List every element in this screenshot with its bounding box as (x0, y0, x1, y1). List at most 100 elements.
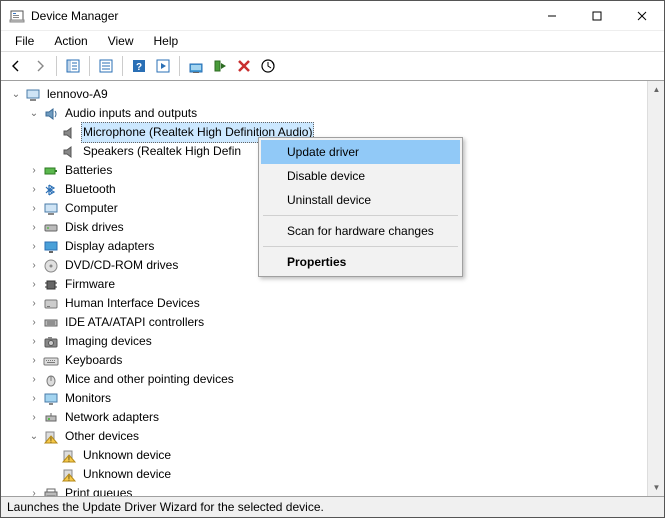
window-title: Device Manager (31, 9, 529, 23)
tree-category-ide[interactable]: › IDE ATA/ATAPI controllers (9, 313, 647, 332)
tree-label: Speakers (Realtek High Defin (81, 142, 243, 161)
app-icon (9, 8, 25, 24)
window-controls (529, 1, 664, 30)
toolbar-sep (179, 56, 180, 76)
maximize-button[interactable] (574, 1, 619, 30)
tree-label: Unknown device (81, 465, 173, 484)
properties-button[interactable] (95, 55, 117, 77)
tree-label: Disk drives (63, 218, 126, 237)
menu-action[interactable]: Action (46, 32, 95, 50)
ctx-disable-device[interactable]: Disable device (261, 164, 460, 188)
tree-category-firmware[interactable]: › Firmware (9, 275, 647, 294)
tree-category-imaging[interactable]: › Imaging devices (9, 332, 647, 351)
menu-help[interactable]: Help (146, 32, 187, 50)
tree-label: Keyboards (63, 351, 124, 370)
caret-closed-icon[interactable]: › (27, 199, 41, 218)
enable-device-button[interactable] (209, 55, 231, 77)
speaker-icon (61, 125, 77, 141)
tree-root-label: lennovo-A9 (45, 85, 110, 104)
tree-label: Firmware (63, 275, 117, 294)
chip-icon (43, 277, 59, 293)
menu-file[interactable]: File (7, 32, 42, 50)
keyboard-icon (43, 353, 59, 369)
mouse-icon (43, 372, 59, 388)
tree-device-unknown[interactable]: ! Unknown device (9, 446, 647, 465)
tree-label: Monitors (63, 389, 113, 408)
caret-closed-icon[interactable]: › (27, 275, 41, 294)
ctx-properties[interactable]: Properties (261, 250, 460, 274)
tree-category-hid[interactable]: › Human Interface Devices (9, 294, 647, 313)
tree-category-printqueues[interactable]: › Print queues (9, 484, 647, 496)
minimize-button[interactable] (529, 1, 574, 30)
caret-closed-icon[interactable]: › (27, 161, 41, 180)
caret-closed-icon[interactable]: › (27, 484, 41, 496)
battery-icon (43, 163, 59, 179)
tree-label: Other devices (63, 427, 141, 446)
ctx-update-driver[interactable]: Update driver (261, 140, 460, 164)
network-icon (43, 410, 59, 426)
tree-category-keyboards[interactable]: › Keyboards (9, 351, 647, 370)
caret-closed-icon[interactable]: › (27, 408, 41, 427)
svg-text:!: ! (68, 456, 70, 463)
ctx-uninstall-device[interactable]: Uninstall device (261, 188, 460, 212)
ctx-scan-hardware[interactable]: Scan for hardware changes (261, 219, 460, 243)
tree-category-other[interactable]: ⌄ ! Other devices (9, 427, 647, 446)
tree-area: ⌄ lennovo-A9 ⌄ Audio inputs and outputs (1, 81, 664, 497)
scrollbar[interactable]: ▲ ▼ (647, 81, 664, 496)
controller-icon (43, 315, 59, 331)
caret-closed-icon[interactable]: › (27, 351, 41, 370)
caret-closed-icon[interactable]: › (27, 313, 41, 332)
toolbar-sep (56, 56, 57, 76)
speaker-icon (61, 144, 77, 160)
tree-label: Unknown device (81, 446, 173, 465)
device-manager-window: Device Manager File Action View Help (0, 0, 665, 518)
tree-category-mice[interactable]: › Mice and other pointing devices (9, 370, 647, 389)
caret-closed-icon[interactable]: › (27, 237, 41, 256)
computer-icon (25, 87, 41, 103)
menu-view[interactable]: View (100, 32, 142, 50)
scan-hardware-button[interactable] (257, 55, 279, 77)
caret-closed-icon[interactable]: › (27, 389, 41, 408)
tree-label: DVD/CD-ROM drives (63, 256, 180, 275)
uninstall-device-button[interactable] (233, 55, 255, 77)
toolbar-sep (89, 56, 90, 76)
caret-closed-icon[interactable]: › (27, 332, 41, 351)
forward-button[interactable] (29, 55, 51, 77)
tree-category-network[interactable]: › Network adapters (9, 408, 647, 427)
dvd-icon (43, 258, 59, 274)
statusbar: Launches the Update Driver Wizard for th… (1, 497, 664, 517)
tree-category-monitors[interactable]: › Monitors (9, 389, 647, 408)
status-text: Launches the Update Driver Wizard for th… (7, 500, 324, 514)
action-button[interactable] (152, 55, 174, 77)
close-button[interactable] (619, 1, 664, 30)
caret-closed-icon[interactable]: › (27, 256, 41, 275)
scroll-down-icon[interactable]: ▼ (648, 479, 664, 496)
bluetooth-icon (43, 182, 59, 198)
tree-root[interactable]: ⌄ lennovo-A9 (9, 85, 647, 104)
caret-closed-icon[interactable]: › (27, 294, 41, 313)
caret-closed-icon[interactable]: › (27, 218, 41, 237)
tree-label: Computer (63, 199, 120, 218)
update-driver-button[interactable] (185, 55, 207, 77)
tree-label: IDE ATA/ATAPI controllers (63, 313, 206, 332)
hid-icon (43, 296, 59, 312)
disk-icon (43, 220, 59, 236)
show-hide-tree-button[interactable] (62, 55, 84, 77)
tree-category-audio[interactable]: ⌄ Audio inputs and outputs (9, 104, 647, 123)
help-button[interactable]: ? (128, 55, 150, 77)
toolbar-sep (122, 56, 123, 76)
tree-label: Audio inputs and outputs (63, 104, 199, 123)
tree-device-unknown[interactable]: ! Unknown device (9, 465, 647, 484)
back-button[interactable] (5, 55, 27, 77)
caret-closed-icon[interactable]: › (27, 370, 41, 389)
svg-text:!: ! (68, 475, 70, 482)
caret-open-icon[interactable]: ⌄ (27, 104, 41, 123)
computer-icon (43, 201, 59, 217)
caret-closed-icon[interactable]: › (27, 180, 41, 199)
caret-open-icon[interactable]: ⌄ (27, 427, 41, 446)
printer-icon (43, 486, 59, 497)
scroll-up-icon[interactable]: ▲ (648, 81, 664, 98)
camera-icon (43, 334, 59, 350)
caret-open-icon[interactable]: ⌄ (9, 85, 23, 104)
audio-icon (43, 106, 59, 122)
